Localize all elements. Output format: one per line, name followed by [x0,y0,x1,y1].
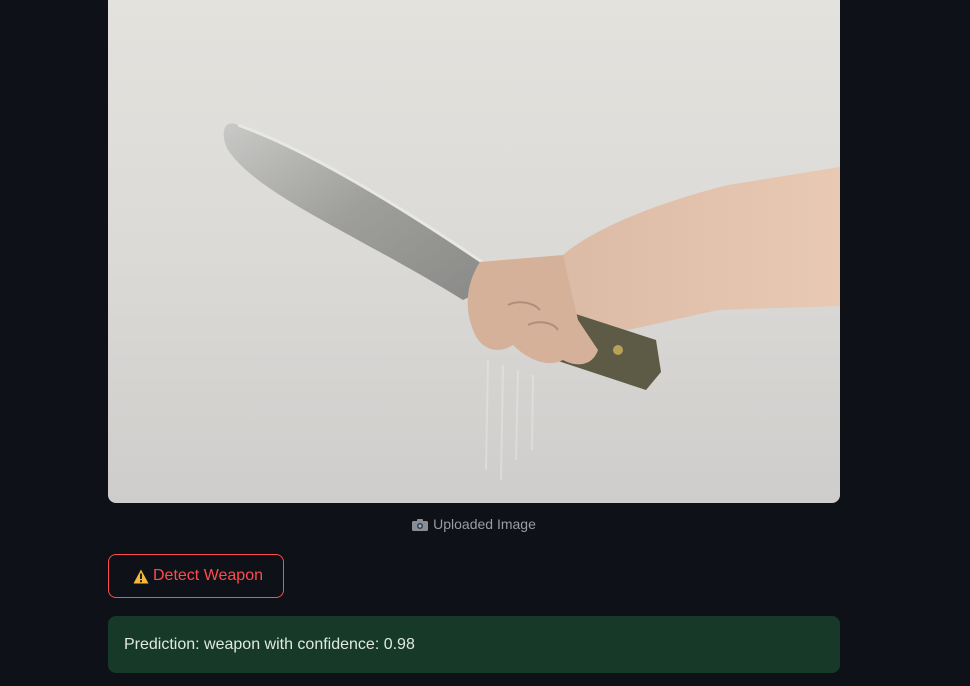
prediction-text: Prediction: weapon with confidence: 0.98 [124,635,415,653]
knife-photo [108,0,840,503]
warning-icon [133,569,149,584]
uploaded-image [108,0,840,503]
detect-weapon-button[interactable]: Detect Weapon [108,554,284,598]
main-content: Uploaded Image Detect Weapon Prediction:… [108,0,840,673]
image-caption: Uploaded Image [108,515,840,533]
caption-label: Uploaded Image [433,516,536,532]
camera-icon [412,518,429,531]
prediction-result: Prediction: weapon with confidence: 0.98 [108,616,840,673]
detect-weapon-label: Detect Weapon [153,567,263,584]
